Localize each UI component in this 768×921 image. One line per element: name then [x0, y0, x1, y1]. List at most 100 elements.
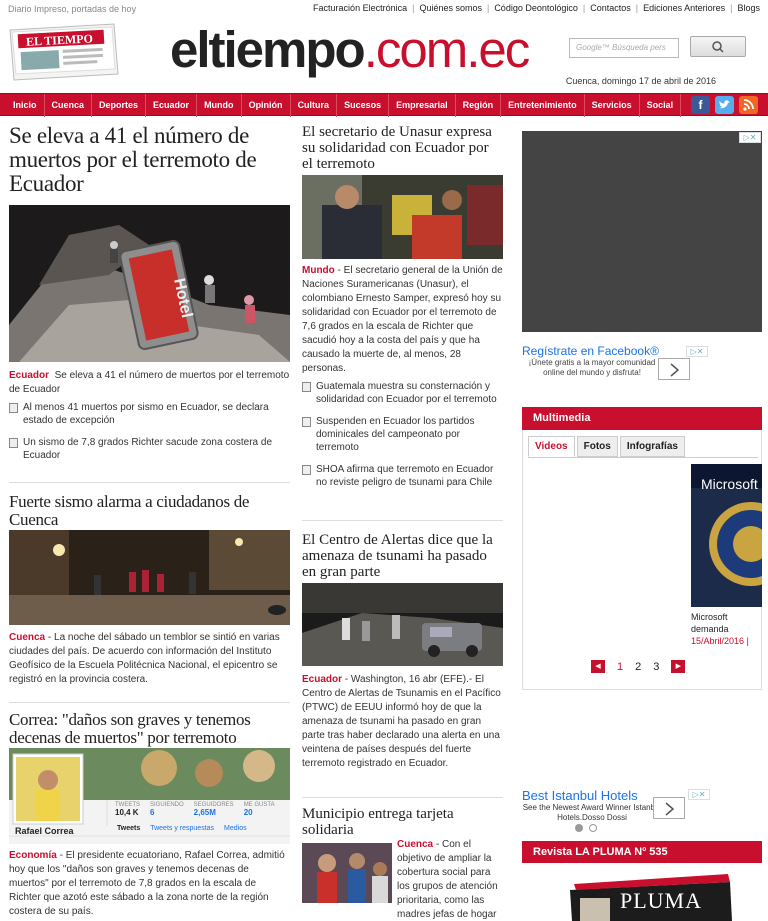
pluma-header: Revista LA PLUMA Nº 535	[522, 841, 762, 863]
header-date: Cuenca, domingo 17 de abril de 2016	[565, 76, 716, 86]
multimedia-header: Multimedia	[522, 407, 762, 430]
story-headline[interactable]: Municipio entrega tarjeta solidaria	[302, 806, 503, 838]
tweet-name[interactable]: Rafael Correa	[15, 826, 74, 836]
story-category[interactable]: Cuenca	[397, 839, 433, 850]
top-link-blogs[interactable]: Blogs	[737, 3, 760, 13]
nav-item-cuenca[interactable]: Cuenca	[45, 94, 93, 117]
facebook-icon[interactable]: f	[691, 96, 710, 114]
divider	[302, 797, 503, 798]
rss-icon[interactable]	[739, 96, 758, 114]
top-link-ediciones[interactable]: Ediciones Anteriores	[643, 3, 725, 13]
tweet-stat[interactable]: TWEETS 10,4 K	[115, 802, 140, 817]
top-link-contactos[interactable]: Contactos	[590, 3, 631, 13]
page-number[interactable]: 3	[653, 661, 659, 673]
carousel-dot[interactable]	[575, 824, 583, 832]
top-bar: Diario Impreso, portadas de hoy Facturac…	[0, 0, 768, 18]
adchoices-icon[interactable]: ▷✕	[688, 789, 710, 800]
nav-item-deportes[interactable]: Deportes	[92, 94, 147, 117]
tweet-tab[interactable]: Tweets y respuestas	[150, 825, 214, 832]
story-category[interactable]: Mundo	[302, 265, 335, 276]
related-item[interactable]: SHOA afirma que terremoto en Ecuador no …	[302, 463, 503, 489]
story-photo[interactable]	[302, 175, 503, 259]
top-links: Facturación Electrónica | Quiénes somos | …	[313, 3, 760, 13]
tweet-stat[interactable]: ME GUSTA 20	[244, 802, 275, 817]
brand-domain: .com.ec	[363, 21, 531, 78]
story-photo[interactable]	[302, 843, 392, 903]
lead-category[interactable]: Ecuador	[9, 370, 49, 381]
top-link-facturacion[interactable]: Facturación Electrónica	[313, 3, 407, 13]
related-item[interactable]: Al menos 41 muertos por sismo en Ecuador…	[9, 401, 290, 427]
pluma-cover[interactable]: PLUMA	[560, 868, 740, 921]
related-icon	[302, 465, 311, 475]
tab-infografias[interactable]: Infografías	[619, 436, 685, 457]
main-nav: Inicio Cuenca Deportes Ecuador Mundo Opi…	[0, 93, 768, 117]
video-thumbnail[interactable]: Microsoft	[691, 464, 762, 607]
hotel-ad[interactable]: Best Istanbul Hotels See the Newest Awar…	[522, 788, 712, 834]
story-body: Mundo - El secretario general de la Unió…	[302, 265, 503, 374]
tab-videos[interactable]: Videos	[528, 436, 575, 457]
tab-fotos[interactable]: Fotos	[576, 436, 618, 457]
lead-headline[interactable]: Se eleva a 41 el número de muertos por e…	[9, 124, 290, 196]
story-headline[interactable]: El Centro de Alertas dice que la amenaza…	[302, 532, 503, 580]
search-input[interactable]: Google™ Búsqueda pers	[569, 38, 679, 58]
related-icon	[302, 382, 311, 392]
story-category[interactable]: Ecuador	[302, 674, 342, 685]
next-arrow-icon[interactable]: ▶	[671, 660, 686, 673]
nav-item-region[interactable]: Región	[456, 94, 502, 117]
divider	[302, 520, 503, 521]
twitter-icon[interactable]	[715, 96, 734, 114]
search-button[interactable]	[690, 36, 746, 57]
adchoices-icon[interactable]: ▷✕	[739, 132, 761, 143]
video-caption[interactable]: Microsoft demanda búsquedas secreta	[691, 611, 762, 635]
facebook-ad[interactable]: Regístrate en Facebook® ¡Únete gratis a …	[522, 344, 712, 382]
facebook-ad-title[interactable]: Regístrate en Facebook®	[522, 344, 712, 358]
story-photo[interactable]	[302, 583, 503, 666]
nav-item-social[interactable]: Social	[640, 94, 682, 117]
nav-item-opinion[interactable]: Opinión	[242, 94, 291, 117]
story-category[interactable]: Economía	[9, 850, 57, 861]
nav-item-empresarial[interactable]: Empresarial	[389, 94, 456, 117]
nav-item-inicio[interactable]: Inicio	[6, 94, 45, 117]
story-headline[interactable]: Correa: "daños son graves y tenemos dece…	[9, 711, 290, 747]
video-date: 15/Abril/2016 |	[691, 636, 749, 646]
arrow-right-icon[interactable]	[658, 358, 690, 380]
story-body: Ecuador - Washington, 16 abr (EFE).- El …	[302, 674, 501, 769]
site-brand[interactable]: eltiempo.com.ec	[170, 20, 531, 79]
tweet-stat[interactable]: SEGUIDORES 2,65M	[194, 802, 234, 817]
top-link-codigo[interactable]: Código Deontológico	[494, 3, 578, 13]
carousel-dot[interactable]	[589, 824, 597, 832]
related-item[interactable]: Suspenden en Ecuador los partidos domini…	[302, 415, 503, 454]
ad-banner[interactable]	[522, 131, 762, 332]
nav-item-entretenimiento[interactable]: Entretenimiento	[501, 94, 585, 117]
story-photo[interactable]	[9, 530, 290, 625]
tweet-screenshot[interactable]: Rafael Correa TWEETS 10,4 K SIGUIENDO 6 SE…	[9, 748, 290, 844]
nav-item-cultura[interactable]: Cultura	[291, 94, 338, 117]
prev-arrow-icon[interactable]: ◀	[591, 660, 605, 673]
related-item[interactable]: Guatemala muestra su consternación y sol…	[302, 380, 503, 406]
story-body: Cuenca - La noche del sábado un temblor …	[9, 632, 280, 685]
newspaper-logo[interactable]: EL TIEMPO	[6, 22, 121, 84]
adchoices-icon[interactable]: ▷✕	[686, 346, 708, 357]
tweet-tab[interactable]: Medios	[224, 825, 247, 832]
tweet-tab[interactable]: Tweets	[117, 825, 140, 832]
divider	[9, 482, 290, 483]
related-item[interactable]: Un sismo de 7,8 grados Richter sacude zo…	[9, 436, 290, 462]
nav-item-servicios[interactable]: Servicios	[585, 94, 640, 117]
facebook-ad-text: ¡Únete gratis a la mayor comunidad onlin…	[528, 358, 656, 377]
page-number[interactable]: 2	[635, 661, 641, 673]
nav-item-ecuador[interactable]: Ecuador	[146, 94, 198, 117]
arrow-right-icon[interactable]	[653, 797, 685, 819]
page-number[interactable]: 1	[617, 661, 623, 673]
story-headline[interactable]: Fuerte sismo alarma a ciudadanos de Cuen…	[9, 493, 290, 529]
nav-item-mundo[interactable]: Mundo	[197, 94, 242, 117]
tweet-stats: TWEETS 10,4 K SIGUIENDO 6 SEGUIDORES 2,65M …	[115, 802, 275, 817]
top-link-quienes-somos[interactable]: Quiénes somos	[419, 3, 482, 13]
related-icon	[9, 438, 18, 448]
top-tagline[interactable]: Diario Impreso, portadas de hoy	[8, 4, 136, 14]
search-placeholder: Búsqueda pers	[612, 43, 666, 52]
story-headline[interactable]: El secretario de Unasur expresa su solid…	[302, 124, 503, 172]
tweet-stat[interactable]: SIGUIENDO 6	[150, 802, 184, 817]
lead-photo[interactable]: Hotel	[9, 205, 290, 362]
story-category[interactable]: Cuenca	[9, 632, 45, 643]
nav-item-sucesos[interactable]: Sucesos	[337, 94, 390, 117]
